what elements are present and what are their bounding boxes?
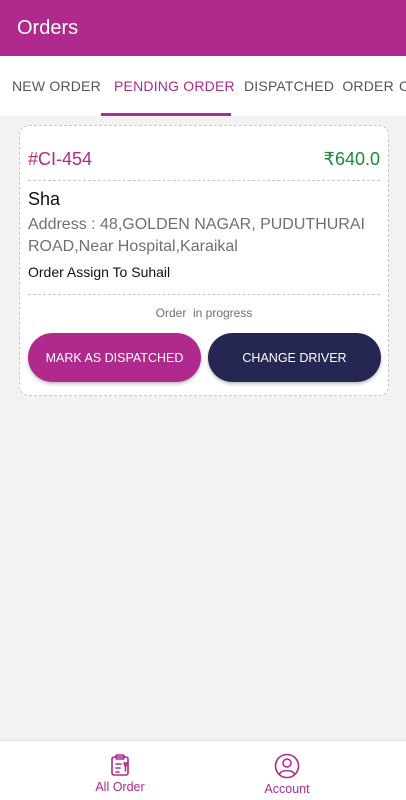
nav-all-order[interactable]: All Order bbox=[60, 741, 180, 800]
tab-pending-order[interactable]: PENDING ORDER bbox=[114, 56, 235, 116]
active-tab-indicator bbox=[101, 113, 231, 116]
nav-label-all-order: All Order bbox=[95, 780, 145, 794]
order-status: Order in progress bbox=[155, 306, 253, 320]
nav-label-account: Account bbox=[264, 782, 310, 796]
order-amount: ₹640.0 bbox=[323, 148, 381, 169]
tab-dispatched-order[interactable]: DISPATCHED ORDER bbox=[244, 56, 394, 116]
order-card-header: #CI-454 ₹640.0 bbox=[28, 146, 380, 172]
divider bbox=[28, 294, 380, 295]
clipboard-icon bbox=[111, 754, 129, 776]
order-id: #CI-454 bbox=[28, 148, 93, 169]
tab-bar: NEW ORDER PENDING ORDER DISPATCHED ORDER… bbox=[0, 56, 406, 116]
tab-partial[interactable]: C bbox=[399, 56, 406, 116]
bottom-nav: All Order Account bbox=[0, 740, 406, 800]
app-bar: Orders bbox=[0, 0, 406, 56]
divider bbox=[28, 180, 380, 181]
delivery-address: Address : 48,GOLDEN NAGAR, PUDUTHURAI RO… bbox=[28, 216, 365, 255]
nav-account[interactable]: Account bbox=[227, 741, 347, 800]
page-title: Orders bbox=[17, 16, 79, 39]
driver-assignment: Order Assign To Suhail bbox=[28, 264, 171, 280]
change-driver-button[interactable]: CHANGE DRIVER bbox=[208, 333, 381, 382]
account-icon bbox=[274, 753, 300, 779]
tab-new-order[interactable]: NEW ORDER bbox=[12, 56, 101, 116]
order-card[interactable]: #CI-454 ₹640.0 Sha Address : 48,GOLDEN N… bbox=[19, 125, 389, 396]
customer-name: Sha bbox=[28, 189, 61, 209]
mark-as-dispatched-button[interactable]: MARK AS DISPATCHED bbox=[28, 333, 201, 382]
